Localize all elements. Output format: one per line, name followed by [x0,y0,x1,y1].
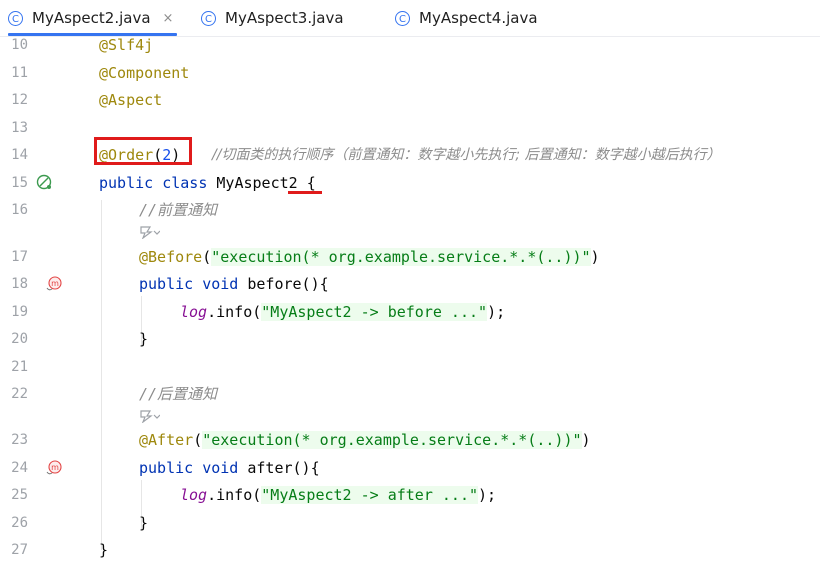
closing-brace: } [139,330,149,348]
annotation: @Slf4j [99,36,154,54]
close-icon[interactable]: × [163,11,174,26]
m-advice-icon[interactable]: m [46,460,62,476]
after-annotation: @After("execution(* org.example.service.… [139,431,591,449]
line-number: 15 [11,175,28,191]
order-comment: //切面类的执行顺序（前置通知：数字越小先执行; 后置通知：数字越小越后执行） [212,147,721,163]
line-number: 13 [11,120,28,136]
line-number: 21 [11,359,28,375]
code-editor[interactable]: 10 @Slf4j 11 @Component 12 @Aspect 13 14… [0,36,820,563]
code-line: 11 @Component [0,60,820,86]
code-line: 12 @Aspect [0,87,820,113]
tab-label: MyAspect4.java [419,9,538,27]
after-comment: //后置通知 [139,385,218,403]
line-number: 18 [11,276,28,292]
code-line: 23 @After("execution(* org.example.servi… [0,427,820,453]
line-number: 10 [11,37,28,53]
tab-myaspect2[interactable]: C MyAspect2.java × [8,0,178,36]
before-log-statement: log.info("MyAspect2 -> before ..."); [180,303,506,321]
class-name-underline [288,191,322,194]
spring-bean-icon[interactable] [36,174,52,190]
annotation: @Aspect [99,91,163,109]
line-number: 27 [11,542,28,558]
line-number: 16 [11,202,28,218]
code-line: 20 } [0,326,820,352]
line-number: 20 [11,331,28,347]
closing-brace: } [139,514,149,532]
line-number: 19 [11,304,28,320]
svg-text:m: m [51,463,59,472]
class-icon: C [201,10,216,26]
tab-label: MyAspect2.java [32,9,151,27]
code-vision-icon [140,410,160,423]
code-line: 15 public class MyAspect2 { [0,170,820,196]
before-method-signature: public void before(){ [139,275,329,293]
tab-myaspect3[interactable]: C MyAspect3.java [201,0,344,36]
code-line: 17 @Before("execution(* org.example.serv… [0,244,820,270]
code-line: 26 } [0,510,820,536]
order-highlight-box [94,137,192,165]
code-line: 19 log.info("MyAspect2 -> before ..."); [0,299,820,325]
svg-text:m: m [51,279,59,288]
code-vision-icon [140,226,160,239]
line-number: 23 [11,432,28,448]
line-number: 26 [11,515,28,531]
inlay-hint[interactable] [138,223,160,241]
class-declaration: public class MyAspect2 { [99,174,316,192]
line-number: 25 [11,487,28,503]
code-line: 10 @Slf4j [0,32,820,58]
code-line: 22 //后置通知 [0,381,820,407]
code-line: 24 public void after(){ [0,455,820,481]
line-number: 17 [11,249,28,265]
code-line: 16 //前置通知 [0,197,820,223]
line-number: 24 [11,460,28,476]
tab-label: MyAspect3.java [225,9,344,27]
after-method-signature: public void after(){ [139,459,320,477]
class-icon: C [395,10,410,26]
m-advice-icon[interactable]: m [46,276,62,292]
before-comment: //前置通知 [139,201,218,219]
line-number: 14 [11,147,28,163]
code-line: 25 log.info("MyAspect2 -> after ..."); [0,482,820,508]
line-number: 22 [11,386,28,402]
code-line: 21 [0,354,820,380]
annotation: @Component [99,64,190,82]
after-log-statement: log.info("MyAspect2 -> after ..."); [180,486,497,504]
class-icon: C [8,10,23,26]
inlay-hint[interactable] [138,407,160,425]
class-closing-brace: } [99,541,109,559]
tab-myaspect4[interactable]: C MyAspect4.java [395,0,538,36]
code-line: 18 public void before(){ [0,271,820,297]
line-number: 11 [11,65,28,81]
before-annotation: @Before("execution(* org.example.service… [139,248,600,266]
code-line: 27 } [0,537,820,563]
line-number: 12 [11,92,28,108]
